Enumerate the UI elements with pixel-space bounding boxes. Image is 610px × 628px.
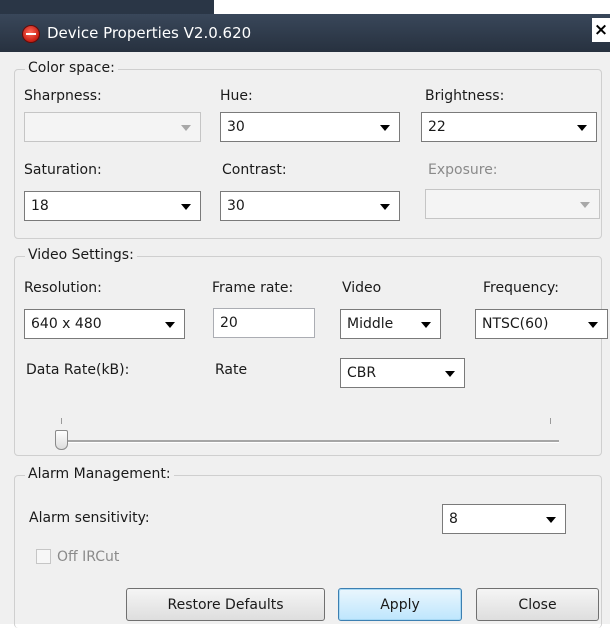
- video-quality-dropdown[interactable]: Middle: [340, 309, 441, 339]
- frequency-value: NTSC(60): [482, 316, 549, 332]
- saturation-label: Saturation:: [24, 162, 102, 178]
- alarm-management-legend: Alarm Management:: [25, 466, 174, 482]
- saturation-value: 18: [31, 198, 49, 214]
- sharpness-dropdown: [24, 112, 201, 142]
- background-window-strip: [0, 0, 214, 14]
- frequency-dropdown[interactable]: NTSC(60): [475, 309, 608, 339]
- chevron-down-icon: [588, 322, 598, 328]
- device-properties-dialog: Device Properties V2.0.620 × Color space…: [0, 14, 610, 628]
- slider-tick-min: [61, 418, 62, 424]
- color-space-legend: Color space:: [25, 60, 118, 76]
- chevron-down-icon: [546, 517, 556, 523]
- alarm-sensitivity-label: Alarm sensitivity:: [29, 510, 150, 526]
- chevron-down-icon: [181, 204, 191, 210]
- video-label: Video: [342, 280, 382, 296]
- brightness-value: 22: [428, 119, 446, 135]
- restore-defaults-button[interactable]: Restore Defaults: [126, 588, 325, 621]
- hue-label: Hue:: [220, 88, 253, 104]
- frame-rate-input[interactable]: [214, 309, 314, 337]
- off-ircut-label: Off IRCut: [57, 549, 120, 565]
- apply-button[interactable]: Apply: [338, 588, 462, 621]
- chevron-down-icon: [421, 322, 431, 328]
- frame-rate-field[interactable]: [213, 308, 315, 338]
- brightness-label: Brightness:: [425, 88, 505, 104]
- contrast-dropdown[interactable]: 30: [220, 191, 400, 221]
- rate-label: Rate: [215, 362, 248, 378]
- chevron-down-icon: [580, 202, 590, 208]
- data-rate-slider-thumb[interactable]: [55, 430, 68, 450]
- frame-rate-label: Frame rate:: [212, 280, 294, 296]
- chevron-down-icon: [380, 204, 390, 210]
- chevron-down-icon: [181, 125, 191, 131]
- chevron-down-icon: [445, 371, 455, 377]
- alarm-sensitivity-dropdown[interactable]: 8: [442, 504, 566, 534]
- video-settings-legend: Video Settings:: [25, 247, 137, 263]
- chevron-down-icon: [165, 322, 175, 328]
- rate-mode-dropdown[interactable]: CBR: [340, 358, 465, 388]
- resolution-value: 640 x 480: [31, 316, 102, 332]
- data-rate-slider-track[interactable]: [62, 440, 559, 443]
- chevron-down-icon: [380, 125, 390, 131]
- contrast-label: Contrast:: [222, 162, 287, 178]
- title-bar[interactable]: Device Properties V2.0.620 ×: [0, 14, 610, 52]
- frequency-label: Frequency:: [483, 280, 560, 296]
- window-title: Device Properties V2.0.620: [47, 24, 252, 42]
- sharpness-label: Sharpness:: [24, 88, 102, 104]
- exposure-label: Exposure:: [428, 162, 498, 178]
- off-ircut-checkbox: [36, 549, 51, 564]
- brightness-dropdown[interactable]: 22: [421, 112, 597, 142]
- rate-mode-value: CBR: [347, 365, 377, 381]
- contrast-value: 30: [227, 198, 245, 214]
- hue-dropdown[interactable]: 30: [220, 112, 400, 142]
- app-icon: [23, 26, 39, 42]
- slider-tick-max: [550, 418, 551, 424]
- hue-value: 30: [227, 119, 245, 135]
- saturation-dropdown[interactable]: 18: [24, 191, 201, 221]
- data-rate-label: Data Rate(kB):: [26, 362, 130, 378]
- alarm-sensitivity-value: 8: [449, 511, 458, 527]
- resolution-label: Resolution:: [24, 280, 102, 296]
- resolution-dropdown[interactable]: 640 x 480: [24, 309, 185, 339]
- chevron-down-icon: [577, 125, 587, 131]
- video-quality-value: Middle: [347, 316, 394, 332]
- close-window-button[interactable]: ×: [592, 18, 610, 42]
- close-button[interactable]: Close: [476, 588, 599, 621]
- exposure-dropdown: [425, 189, 600, 219]
